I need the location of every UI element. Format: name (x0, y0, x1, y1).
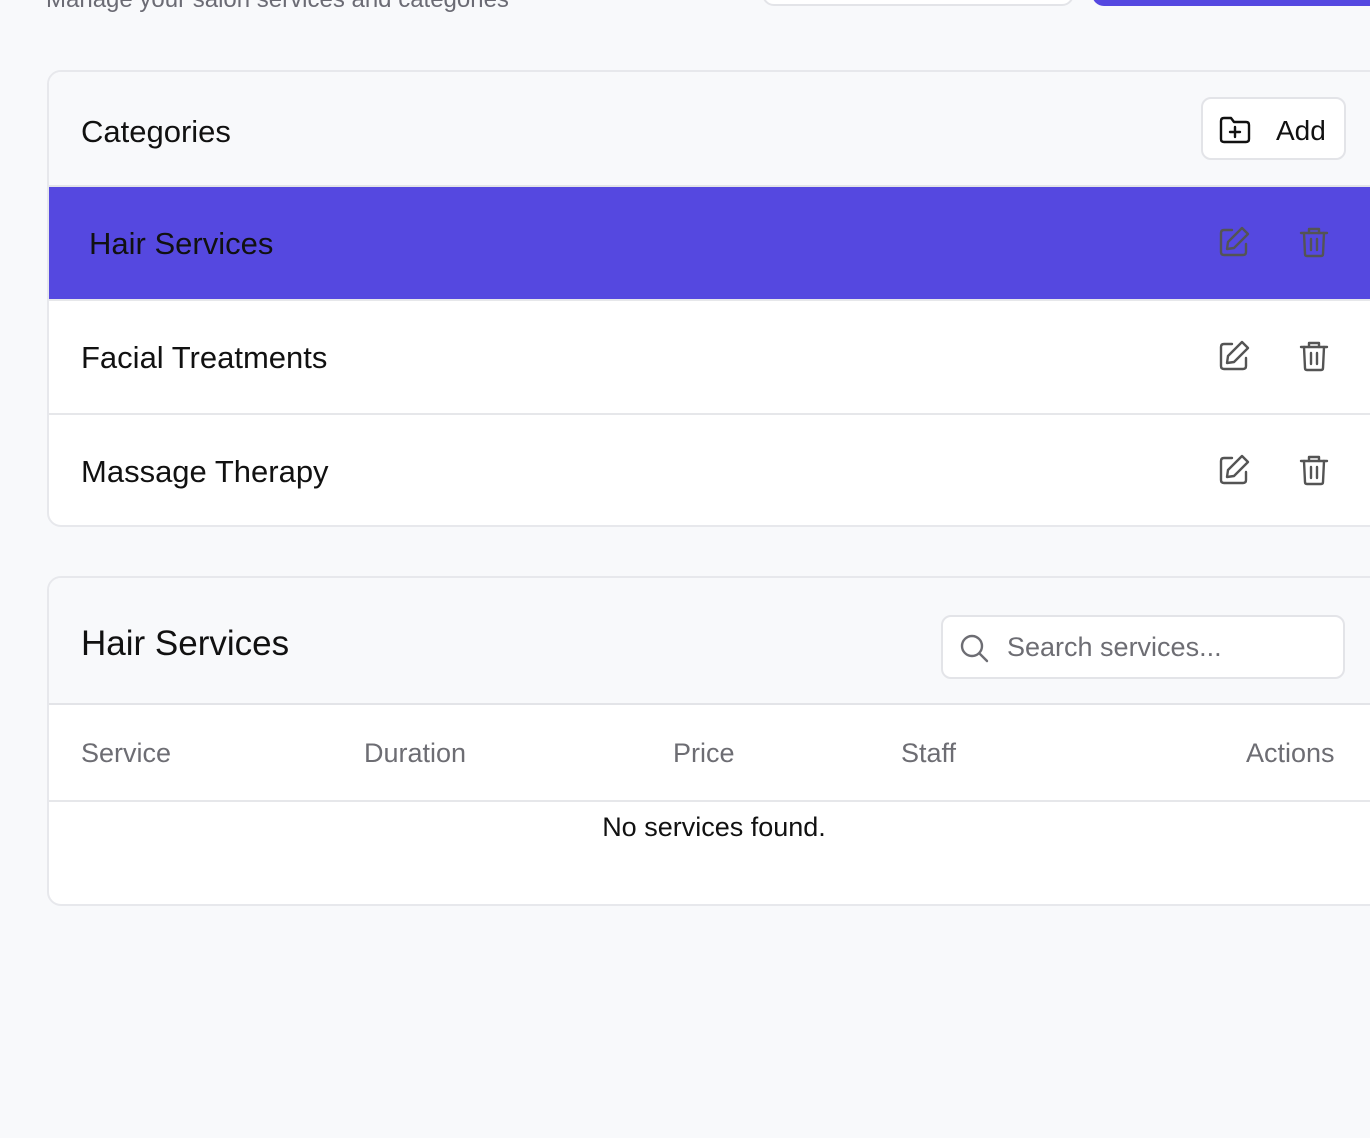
empty-state-message: No services found. (602, 812, 826, 842)
column-header-staff: Staff (901, 738, 957, 768)
trash-icon[interactable] (1297, 339, 1331, 373)
category-item-hair-services[interactable]: Hair Services (49, 187, 1370, 301)
edit-icon[interactable] (1217, 453, 1251, 487)
page-subtitle: Manage your salon services and categorie… (46, 0, 509, 14)
edit-icon[interactable] (1217, 225, 1251, 259)
services-card: Hair Services Service Duration Price Sta… (47, 576, 1370, 906)
categories-header: Categories Add (49, 72, 1370, 187)
category-item-label: Hair Services (89, 226, 274, 261)
column-header-price: Price (673, 738, 735, 768)
add-category-button[interactable]: Add (1201, 97, 1346, 160)
categories-title: Categories (81, 114, 231, 149)
trash-icon[interactable] (1297, 225, 1331, 259)
category-item-facial-treatments[interactable]: Facial Treatments (49, 301, 1370, 415)
services-title: Hair Services (81, 624, 290, 663)
add-category-label: Add (1276, 115, 1326, 146)
folder-plus-icon (1219, 115, 1251, 145)
edit-icon[interactable] (1217, 339, 1251, 373)
trash-icon[interactable] (1297, 453, 1331, 487)
category-item-massage-therapy[interactable]: Massage Therapy (49, 415, 1370, 525)
search-box (941, 615, 1345, 679)
search-input[interactable] (1007, 627, 1327, 667)
table-header: Service Duration Price Staff Actions (49, 705, 1370, 802)
primary-header-button[interactable] (1092, 0, 1370, 6)
categories-card: Categories Add Hair Services Facial Trea… (47, 70, 1370, 527)
column-header-duration: Duration (364, 738, 467, 768)
column-header-service: Service (81, 738, 172, 768)
column-header-actions: Actions (1246, 738, 1335, 768)
secondary-header-button[interactable] (762, 0, 1074, 6)
search-icon (959, 633, 989, 663)
category-item-label: Massage Therapy (81, 454, 329, 489)
services-header: Hair Services (49, 578, 1370, 705)
category-item-label: Facial Treatments (81, 340, 328, 375)
